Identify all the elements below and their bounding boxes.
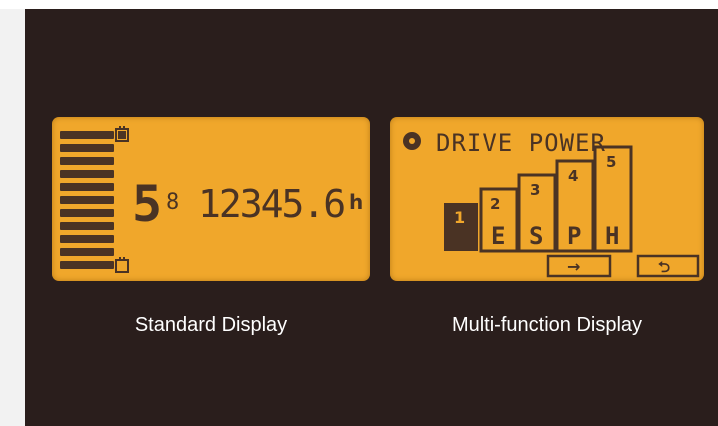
multi-function-display-caption: Multi-function Display — [451, 314, 643, 336]
gear-icon — [403, 132, 421, 150]
battery-level-bars — [60, 131, 114, 269]
battery-bottom-icon — [115, 257, 129, 273]
battery-top-icon — [115, 126, 129, 142]
standard-display-graphic: 5 8 12345.6 h — [60, 126, 363, 273]
multi-function-display-lcd: DRIVE POWER 1 2 E 3 S 4 P 5 H → ⮌ — [390, 117, 704, 281]
level-4-letter: P — [567, 222, 581, 250]
display-showcase-panel: 5 8 12345.6 h DRIVE POWER 1 2 E 3 S 4 P … — [25, 9, 718, 426]
level-3-letter: S — [529, 222, 543, 250]
next-button[interactable]: → — [546, 254, 612, 278]
level-2-number: 2 — [490, 195, 500, 213]
cropped-heading-fragment — [568, 0, 718, 8]
multi-function-display-graphic: DRIVE POWER 1 2 E 3 S 4 P 5 H → ⮌ — [403, 129, 700, 278]
drive-level-selector: 1 2 E 3 S 4 P 5 H — [444, 145, 633, 253]
level-2-letter: E — [491, 222, 505, 250]
back-icon: ⮌ — [658, 258, 670, 276]
level-5-number: 5 — [606, 153, 616, 171]
top-strip — [0, 0, 718, 9]
hour-unit: h — [349, 190, 363, 214]
level-5-letter: H — [605, 222, 619, 250]
level-3-number: 3 — [530, 181, 540, 199]
standard-display-lcd: 5 8 12345.6 h — [52, 117, 370, 281]
standard-display-caption: Standard Display — [134, 314, 288, 336]
mode-digit: 5 — [132, 175, 162, 233]
right-arrow-icon: → — [567, 257, 580, 276]
back-button[interactable]: ⮌ — [636, 254, 700, 278]
level-4-number: 4 — [568, 167, 578, 185]
level-1-number: 1 — [454, 208, 465, 227]
drive-power-title: DRIVE POWER — [436, 129, 606, 157]
hour-meter-reading: 12345.6 — [198, 182, 344, 226]
mode-small-digit: 8 — [166, 190, 179, 215]
